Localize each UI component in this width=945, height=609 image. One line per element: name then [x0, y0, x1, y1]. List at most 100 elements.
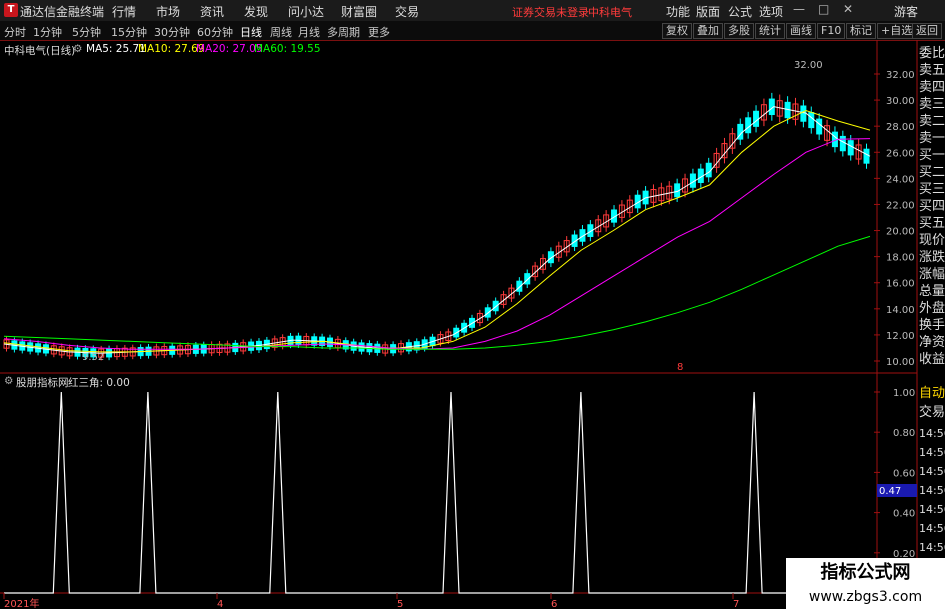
period-15min[interactable]: 15分钟 — [111, 24, 147, 40]
restore-rights-button[interactable]: 复权 — [662, 23, 692, 39]
ma-line-ma20 — [3, 138, 871, 350]
back-button[interactable]: 返回 — [912, 23, 942, 39]
period-toolbar: 分时 1分钟 5分钟 15分钟 30分钟 60分钟 日线 周线 月线 多周期 更… — [0, 21, 945, 41]
menu-market[interactable]: 市场 — [156, 3, 180, 20]
indicator-tick-label: 0.80 — [893, 428, 915, 439]
ma-line-ma10 — [3, 109, 871, 353]
menu-ask[interactable]: 问小达 — [288, 3, 324, 20]
price-tick-label: 14.00 — [886, 305, 915, 316]
app-title: 通达信金融终端 — [20, 5, 105, 19]
indicator-tick-label: 0.40 — [893, 509, 915, 520]
indicator-tick-label: 1.00 — [893, 388, 915, 399]
close-icon[interactable]: ✕ — [843, 2, 853, 16]
minimize-icon[interactable]: — — [793, 2, 805, 16]
auto-trade-toggle[interactable]: 自动 — [919, 384, 945, 403]
chart-area[interactable]: 32.00 30.00 28.00 26.00 24.00 22.00 20.00 18.00… — [0, 40, 945, 609]
period-1min[interactable]: 1分钟 — [33, 24, 62, 40]
period-daily[interactable]: 日线 — [240, 24, 262, 40]
restore-icon[interactable]: □ — [818, 2, 829, 16]
time-axis-labels: 2021年 4 5 6 7 — [3, 593, 739, 609]
menu-formula[interactable]: 公式 — [728, 3, 752, 20]
candle-body — [839, 135, 846, 152]
menu-wealth-circle[interactable]: 财富圈 — [341, 3, 377, 20]
menu-functions[interactable]: 功能 — [666, 3, 690, 20]
time-tick-label: 4 — [217, 599, 223, 609]
title-bar: T 通达信金融终端 行情 市场 资讯 发现 问小达 财富圈 交易 证券交易未登录… — [0, 0, 945, 22]
mark-button[interactable]: 标记 — [846, 23, 876, 39]
draw-line-button[interactable]: 画线 — [786, 23, 816, 39]
candlesticks — [3, 92, 870, 361]
stock-name-title: 中科电气 — [588, 6, 632, 19]
price-tick-label: 22.00 — [886, 200, 915, 211]
overlay-button[interactable]: 叠加 — [693, 23, 723, 39]
candle-body — [492, 300, 499, 312]
watermark-url: www.zbgs3.com — [786, 588, 945, 609]
price-tick-label: 28.00 — [886, 122, 915, 133]
candle-body — [800, 105, 807, 122]
price-tick-label: 24.00 — [886, 174, 915, 185]
menu-trade[interactable]: 交易 — [395, 3, 419, 20]
price-tick-label: 16.00 — [886, 279, 915, 290]
candle-body — [484, 307, 491, 318]
tick-time: 14:56 — [919, 446, 945, 459]
multi-stock-button[interactable]: 多股 — [724, 23, 754, 39]
candle-body — [863, 148, 870, 164]
f10-button[interactable]: F10 — [817, 23, 846, 39]
period-60min[interactable]: 60分钟 — [197, 24, 233, 40]
price-tick-label: 10.00 — [886, 357, 915, 368]
tick-time: 14:56 — [919, 427, 945, 440]
menu-discover[interactable]: 发现 — [244, 3, 268, 20]
menu-layout[interactable]: 版面 — [696, 3, 720, 20]
price-tick-label: 18.00 — [886, 253, 915, 264]
sub-settings-gear-icon[interactable]: ⚙ — [4, 375, 13, 387]
app-logo-icon: T — [4, 3, 18, 17]
period-weekly[interactable]: 周线 — [270, 24, 292, 40]
trade-label: 交易 — [919, 405, 945, 420]
candle-body — [745, 117, 752, 134]
candle-body — [808, 112, 815, 129]
indicator-line — [4, 391, 870, 594]
menu-news[interactable]: 资讯 — [200, 3, 224, 20]
price-tick-label: 12.00 — [886, 331, 915, 342]
user-guest[interactable]: 游客 — [894, 3, 918, 20]
price-tick-label: 20.00 — [886, 227, 915, 238]
time-tick-label: 2021年 — [4, 597, 39, 609]
time-tick-label: 7 — [733, 599, 739, 609]
indicator-source: 股朋指标网 — [16, 377, 69, 389]
low-price-label: 9.52 — [82, 352, 104, 363]
candle-body — [753, 110, 760, 127]
tick-time: 14:56 — [919, 541, 945, 554]
ma-line-ma60 — [3, 235, 871, 350]
candle-body — [816, 118, 823, 135]
menu-quotes[interactable]: 行情 — [112, 3, 136, 20]
period-5min[interactable]: 5分钟 — [72, 24, 101, 40]
watermark-title: 指标公式网 — [786, 558, 945, 588]
price-tick-label: 30.00 — [886, 96, 915, 107]
tick-time: 14:56 — [919, 503, 945, 516]
high-price-label: 32.00 — [794, 60, 823, 71]
period-more[interactable]: 更多 — [368, 24, 390, 40]
indicator-spikes — [4, 391, 870, 594]
login-warning[interactable]: 证券交易未登录 — [512, 4, 589, 20]
price-axis: 32.00 30.00 28.00 26.00 24.00 22.00 20.00 18.00… — [874, 70, 915, 368]
menu-options[interactable]: 选项 — [759, 3, 783, 20]
price-tick-label: 32.00 — [886, 70, 915, 81]
period-30min[interactable]: 30分钟 — [154, 24, 190, 40]
tick-time: 14:56 — [919, 522, 945, 535]
indicator-value: 红三角: 0.00 — [68, 377, 130, 389]
statistics-button[interactable]: 统计 — [755, 23, 785, 39]
indicator-axis: 1.000.800.600.400.20 — [874, 388, 915, 560]
current-value: 0.47 — [879, 486, 901, 497]
quote-panel: 委比 卖五 卖四 卖三 卖二 卖一 买一 买二 买三 买四 买五 现价 涨跌 涨幅 总量 外盘 换手 净资 收益 — [919, 44, 945, 374]
time-tick-label: 5 — [397, 599, 403, 609]
period-monthly[interactable]: 月线 — [298, 24, 320, 40]
indicator-tick-label: 0.60 — [893, 468, 915, 479]
period-timeshare[interactable]: 分时 — [4, 24, 26, 40]
add-watchlist-button[interactable]: +自选 — [877, 23, 917, 39]
event-marker[interactable]: 8 — [677, 362, 683, 373]
price-tick-label: 26.00 — [886, 148, 915, 159]
tick-time: 14:56 — [919, 465, 945, 478]
period-multi[interactable]: 多周期 — [327, 24, 360, 40]
time-tick-label: 6 — [551, 599, 557, 609]
quote-field-18: 收益 — [919, 352, 945, 367]
